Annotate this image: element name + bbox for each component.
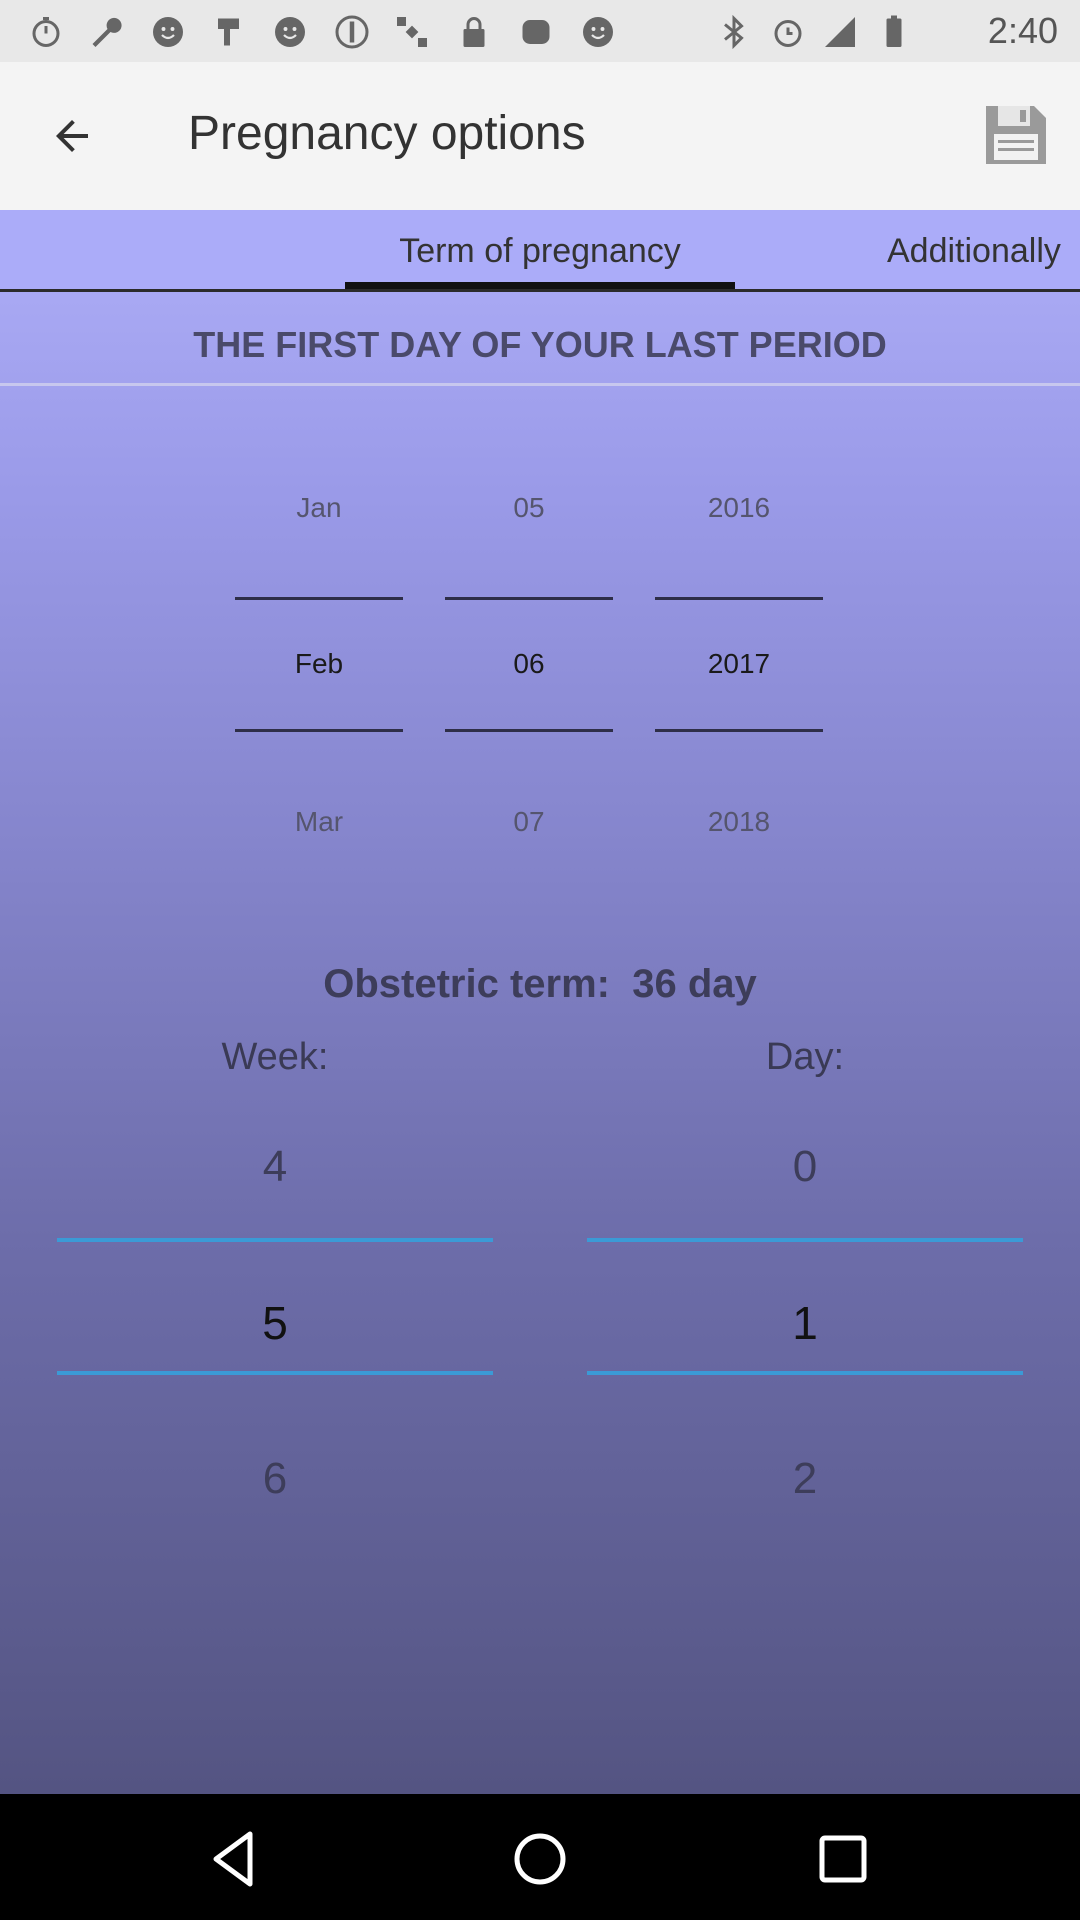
picker-divider <box>235 729 403 732</box>
picker-divider <box>445 729 613 732</box>
toolbar: Pregnancy options <box>0 62 1080 210</box>
picker-divider <box>587 1238 1023 1242</box>
alarm-icon <box>774 20 802 47</box>
lock-icon <box>463 17 485 47</box>
year-prev-value[interactable]: 2016 <box>655 492 823 524</box>
main-content: Term of pregnancy Additionally THE FIRST… <box>0 210 1080 1794</box>
week-next-value[interactable]: 6 <box>57 1454 493 1504</box>
picker-divider <box>57 1238 493 1242</box>
smiley-icon <box>153 17 183 47</box>
day-count-next-value[interactable]: 2 <box>587 1454 1023 1504</box>
back-triangle-icon[interactable] <box>200 1824 270 1894</box>
save-button[interactable] <box>982 102 1050 168</box>
tab-additionally[interactable]: Additionally <box>887 232 1061 271</box>
week-number-picker[interactable]: 4 5 6 <box>57 1142 493 1522</box>
smiley-icon <box>275 17 305 47</box>
day-count-selected-value[interactable]: 1 <box>587 1296 1023 1350</box>
page-title: Pregnancy options <box>188 107 586 160</box>
day-number-picker[interactable]: 0 1 2 <box>587 1142 1023 1522</box>
year-picker[interactable]: 2016 2017 2018 <box>655 210 823 910</box>
system-nav-bar <box>0 1794 1080 1920</box>
year-selected-value[interactable]: 2017 <box>655 648 823 680</box>
bluetooth-icon <box>724 14 744 50</box>
status-time: 2:40 <box>987 10 1058 51</box>
smiley-icon <box>583 17 613 47</box>
flag-icon <box>218 18 239 46</box>
day-prev-value[interactable]: 05 <box>445 492 613 524</box>
picker-divider <box>445 597 613 600</box>
day-next-value[interactable]: 07 <box>445 806 613 838</box>
day-count-prev-value[interactable]: 0 <box>587 1142 1023 1192</box>
picker-divider <box>587 1371 1023 1375</box>
wrench-icon <box>92 17 122 47</box>
month-next-value[interactable]: Mar <box>235 806 403 838</box>
floppy-disk-icon <box>986 106 1046 164</box>
picker-divider <box>655 729 823 732</box>
recents-square-icon[interactable] <box>808 1824 878 1894</box>
battery-icon <box>886 15 902 47</box>
day-of-month-picker[interactable]: 05 06 07 <box>445 210 613 910</box>
year-next-value[interactable]: 2018 <box>655 806 823 838</box>
obstetric-term-label: Obstetric term: <box>323 962 610 1006</box>
obstetric-term-value: 36 day <box>632 962 757 1006</box>
month-prev-value[interactable]: Jan <box>235 492 403 524</box>
arrow-back-icon <box>56 120 88 152</box>
stopwatch-icon <box>32 17 60 47</box>
cup-icon <box>522 20 550 44</box>
signal-icon <box>825 17 855 47</box>
week-label: Week: <box>221 1036 329 1078</box>
obstetric-term-row: Obstetric term: 36 day <box>0 962 1080 1007</box>
satellite-icon <box>397 17 427 47</box>
back-button[interactable] <box>36 106 108 166</box>
week-selected-value[interactable]: 5 <box>57 1296 493 1350</box>
month-selected-value[interactable]: Feb <box>235 648 403 680</box>
week-prev-value[interactable]: 4 <box>57 1142 493 1192</box>
picker-divider <box>235 597 403 600</box>
home-circle-icon[interactable] <box>505 1824 575 1894</box>
status-bar: 2:40 <box>0 0 1080 62</box>
picker-divider <box>655 597 823 600</box>
alert-circle-icon <box>335 15 369 49</box>
picker-divider <box>57 1371 493 1375</box>
month-picker[interactable]: Jan Feb Mar <box>235 210 403 910</box>
day-selected-value[interactable]: 06 <box>445 648 613 680</box>
day-label: Day: <box>765 1036 845 1078</box>
